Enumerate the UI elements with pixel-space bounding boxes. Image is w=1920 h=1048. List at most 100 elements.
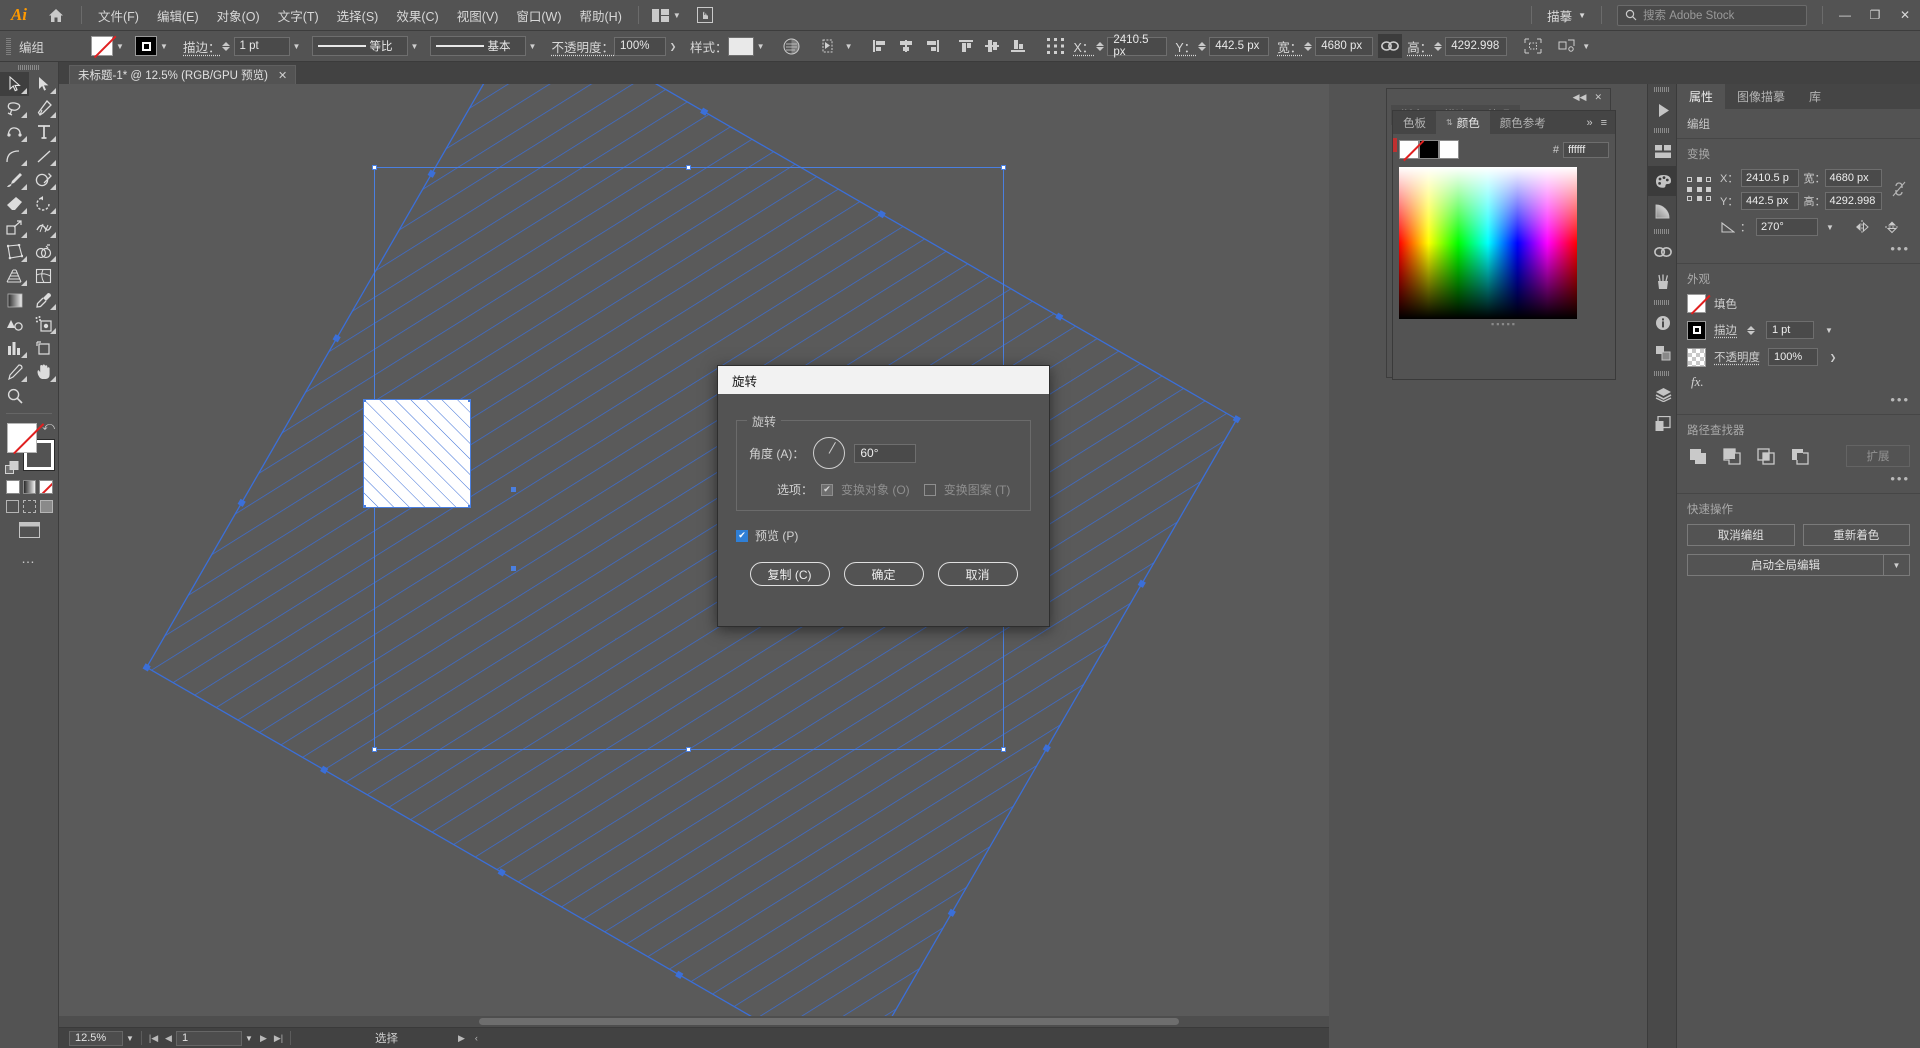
menu-file[interactable]: 文件(F) [89, 1, 148, 30]
rail-grip[interactable] [1648, 84, 1676, 95]
select-similar-icon[interactable] [818, 34, 842, 58]
tab-color-guide[interactable]: 颜色参考 [1490, 111, 1556, 134]
type-tool[interactable] [29, 120, 58, 144]
menu-edit[interactable]: 编辑(E) [148, 1, 208, 30]
transform-w-input[interactable]: 4680 px [1824, 169, 1882, 187]
pathfinder-minus-front-icon[interactable] [1721, 446, 1743, 466]
graphic-style-swatch[interactable] [727, 36, 754, 56]
anchor-point[interactable] [364, 400, 366, 402]
transform-angle-input[interactable]: 270° [1756, 218, 1818, 236]
width-label[interactable]: 宽： [1277, 37, 1302, 56]
hex-input[interactable]: ffffff [1563, 141, 1609, 158]
paintbrush-tool[interactable] [0, 168, 29, 192]
zoom-chevron-down-icon[interactable]: ▼ [123, 1028, 137, 1048]
rail-grip-3[interactable] [1648, 226, 1676, 237]
artboard-chevron-down-icon[interactable]: ▼ [242, 1028, 256, 1048]
height-input[interactable]: 4292.998 [1445, 36, 1508, 56]
stock-search-input[interactable]: 搜索 Adobe Stock [1617, 4, 1807, 26]
bbox-handle-tl[interactable] [372, 165, 377, 170]
blend-tool[interactable] [0, 312, 29, 336]
gradient-tool[interactable] [0, 288, 29, 312]
pathfinder-unite-icon[interactable] [1687, 446, 1709, 466]
appearance-stroke-stepper[interactable] [1745, 321, 1756, 340]
preview-checkbox[interactable]: ✔ [736, 529, 748, 542]
color-palette-icon[interactable] [1648, 166, 1678, 196]
appearance-stroke-label[interactable]: 描边 [1714, 322, 1737, 338]
align-center-horizontal-icon[interactable] [894, 34, 918, 58]
fx-icon[interactable]: fx. [1687, 374, 1910, 390]
swap-fill-stroke-icon[interactable]: ⤺ [42, 419, 55, 434]
transform-icon[interactable] [1648, 338, 1678, 368]
default-fill-stroke-icon[interactable] [5, 461, 19, 475]
collapse-icon[interactable]: ◀◀ [1573, 92, 1587, 103]
y-label[interactable]: Y： [1175, 37, 1196, 56]
opacity-expand-icon[interactable]: ❯ [666, 36, 680, 56]
x-input[interactable]: 2410.5 px [1107, 34, 1168, 58]
global-edit-chevron-down-icon[interactable]: ▼ [1884, 554, 1910, 576]
tab-properties[interactable]: 属性 [1677, 84, 1726, 109]
pathfinder-expand-button[interactable]: 扩展 [1846, 445, 1910, 467]
touch-workspace-icon[interactable] [693, 3, 717, 27]
copy-button[interactable]: 复制 (C) [749, 562, 830, 586]
opacity-label[interactable]: 不透明度： [552, 37, 615, 56]
global-edit-button[interactable]: 启动全局编辑 [1687, 554, 1884, 576]
appearance-opacity-input[interactable]: 100% [1768, 348, 1818, 366]
recolor-chevron-down-icon[interactable]: ▼ [1579, 36, 1593, 56]
anchor-point[interactable] [511, 487, 516, 492]
curvature-tool[interactable] [0, 120, 29, 144]
appearance-stroke-swatch[interactable] [1687, 320, 1706, 340]
edit-toolbar-button[interactable]: … [0, 544, 58, 572]
appearance-opacity-label[interactable]: 不透明度 [1714, 349, 1760, 365]
align-top-icon[interactable] [954, 34, 978, 58]
toolbar-fill-swatch[interactable] [7, 423, 37, 453]
rail-grip-2[interactable] [1648, 125, 1676, 136]
shape-options-icon[interactable] [1521, 34, 1545, 58]
arrange-documents-button[interactable]: ▼ [646, 7, 687, 24]
height-label[interactable]: 高： [1407, 37, 1432, 56]
recolor-button[interactable]: 重新着色 [1802, 524, 1910, 546]
stroke-chevron-down-icon[interactable]: ▼ [157, 36, 171, 56]
transform-objects-checkbox[interactable]: ✔ [821, 483, 834, 496]
symbol-sprayer-tool[interactable] [29, 312, 58, 336]
tab-image-trace[interactable]: 图像描摹 [1725, 84, 1797, 109]
cancel-button[interactable]: 取消 [937, 562, 1018, 586]
document-tab[interactable]: 未标题-1* @ 12.5% (RGB/GPU 预览) ✕ [69, 65, 297, 84]
brush-chevron-down-icon[interactable]: ▼ [526, 36, 540, 56]
bbox-handle-bl[interactable] [372, 747, 377, 752]
color-spectrum[interactable] [1399, 167, 1577, 319]
artboards-icon[interactable] [1648, 409, 1678, 439]
bbox-handle-tr[interactable] [1001, 165, 1006, 170]
first-artboard-button[interactable]: |◀ [146, 1030, 161, 1047]
overflow-icon[interactable]: » [1586, 117, 1592, 129]
artboard-number-input[interactable]: 1 [176, 1030, 242, 1046]
menu-view[interactable]: 视图(V) [448, 1, 508, 30]
line-segment-tool[interactable] [29, 144, 58, 168]
draw-behind-icon[interactable] [23, 500, 36, 513]
close-icon[interactable]: ✕ [278, 69, 287, 82]
transform-y-input[interactable]: 442.5 px [1741, 192, 1799, 210]
transform-h-input[interactable]: 4292.998 [1824, 192, 1882, 210]
artboard-canvas[interactable] [59, 84, 1329, 1016]
appearance-more-options[interactable]: ••• [1687, 393, 1910, 406]
pathfinder-intersect-icon[interactable] [1755, 446, 1777, 466]
opacity-expand-icon[interactable]: ❯ [1826, 347, 1840, 367]
rail-grip-5[interactable] [1648, 368, 1676, 379]
tab-libraries[interactable]: 库 [1797, 84, 1833, 109]
fill-swatch[interactable] [91, 36, 113, 56]
anchor-point[interactable] [511, 566, 516, 571]
slice-tool[interactable] [0, 360, 29, 384]
transform-reference-icon[interactable] [1044, 34, 1068, 58]
align-middle-icon[interactable] [980, 34, 1004, 58]
info-icon[interactable] [1648, 308, 1678, 338]
zoom-level-input[interactable]: 12.5% [69, 1030, 123, 1046]
brush-definition-select[interactable]: 基本 [429, 36, 526, 56]
x-stepper[interactable] [1094, 37, 1105, 56]
eyedropper-tool[interactable] [29, 288, 58, 312]
profile-chevron-down-icon[interactable]: ▼ [408, 36, 422, 56]
panel-menu-icon[interactable]: ≡ [1601, 117, 1607, 129]
menu-type[interactable]: 文字(T) [269, 1, 328, 30]
width-input[interactable]: 4680 px [1315, 36, 1374, 56]
width-tool[interactable] [29, 216, 58, 240]
free-transform-tool[interactable] [0, 240, 29, 264]
scale-tool[interactable] [0, 216, 29, 240]
